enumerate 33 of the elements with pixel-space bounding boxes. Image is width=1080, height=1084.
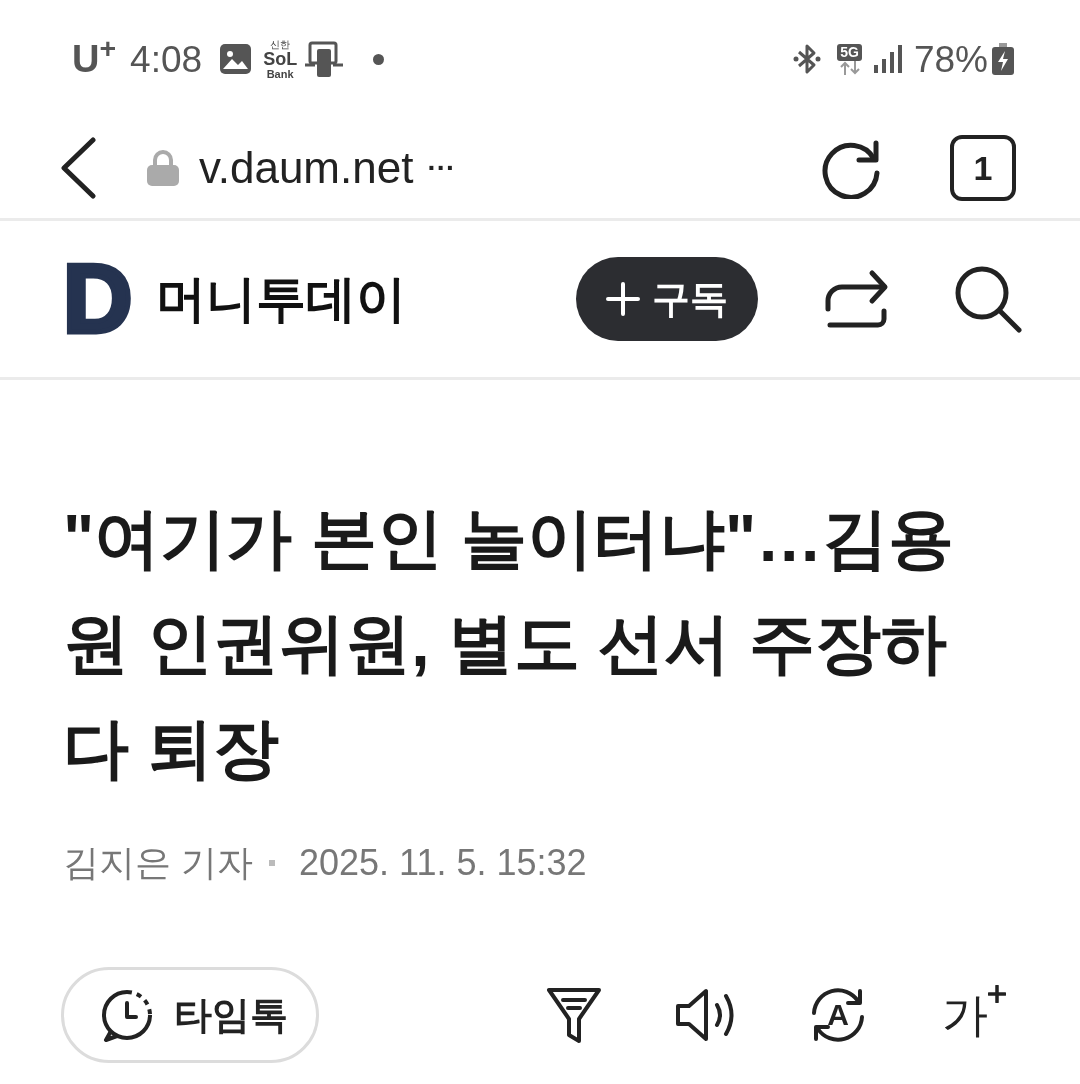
bank-brand-text: 신한: [270, 38, 291, 50]
device-icon: [305, 41, 344, 77]
lock-icon: [147, 150, 179, 186]
author-name: 김지은 기자: [63, 841, 253, 885]
article-headline: "여기가 본인 놀이터냐"…김용원 인권위원, 별도 선서 주장하다 퇴장: [63, 500, 956, 787]
signal-icon: [873, 45, 902, 73]
subscribe-button[interactable]: 구독: [576, 257, 758, 341]
gallery-icon: [220, 44, 252, 74]
translate-button[interactable]: A: [806, 983, 870, 1047]
plus-icon: [988, 985, 1006, 1003]
network-type-badge: 5G: [837, 43, 862, 61]
share-icon[interactable]: [824, 269, 890, 329]
published-date: 2025. 11. 5. 15:32: [299, 841, 587, 885]
url-more-text: ···: [427, 154, 456, 182]
url-text[interactable]: v.daum.net: [199, 146, 414, 190]
bank-logo-text: SoL: [263, 49, 298, 68]
bank-caption-text: Bank: [266, 67, 294, 80]
clock-time: 4:08: [130, 40, 203, 78]
site-logo: D: [63, 251, 133, 347]
tab-count-button[interactable]: 1: [950, 135, 1016, 201]
battery-charging-icon: [992, 43, 1014, 75]
battery-percent: 78%: [913, 40, 988, 78]
publisher-name[interactable]: 머니투데이: [156, 274, 407, 324]
back-icon[interactable]: [60, 137, 96, 199]
bluetooth-icon: [793, 43, 822, 75]
chat-clock-icon: [100, 988, 154, 1042]
plus-icon: [606, 282, 640, 316]
filter-icon[interactable]: [545, 985, 603, 1045]
carrier-logo: U$^{+}$: [72, 40, 117, 78]
timetalk-button[interactable]: 타임톡: [61, 967, 319, 1063]
data-arrows-icon: [839, 60, 860, 75]
search-icon[interactable]: [954, 265, 1022, 333]
font-size-button[interactable]: 가: [942, 983, 1006, 1047]
